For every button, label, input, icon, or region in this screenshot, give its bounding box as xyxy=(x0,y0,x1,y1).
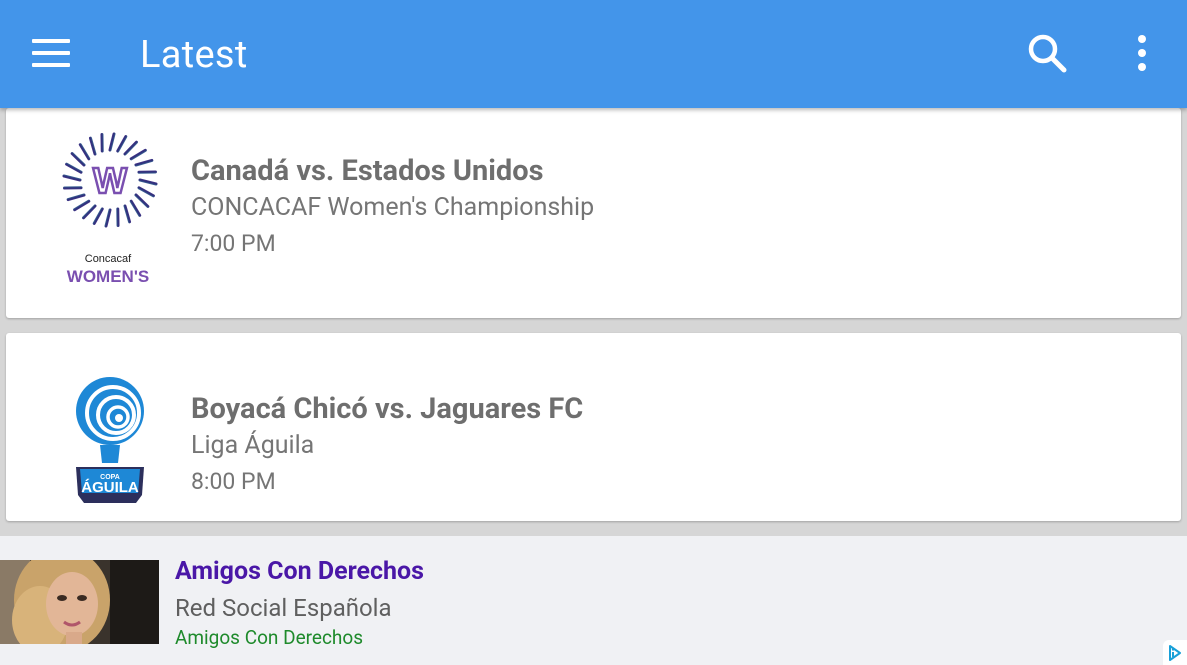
match-title: Canadá vs. Estados Unidos xyxy=(191,154,544,188)
menu-icon-bar xyxy=(32,39,70,43)
more-vertical-icon-dot xyxy=(1138,35,1146,43)
adchoices-button[interactable] xyxy=(1163,640,1187,665)
ad-subtitle: Red Social Española xyxy=(175,594,392,622)
match-title: Boyacá Chicó vs. Jaguares FC xyxy=(191,392,584,426)
adchoices-icon xyxy=(1169,644,1181,661)
match-card[interactable]: COPA ÁGUILA Boyacá Chicó vs. Jaguares FC… xyxy=(6,333,1181,521)
ad-title[interactable]: Amigos Con Derechos xyxy=(175,556,424,588)
match-time: 7:00 PM xyxy=(191,230,276,257)
ad-photo[interactable] xyxy=(0,560,159,644)
match-info: Boyacá Chicó vs. Jaguares FC Liga Águila… xyxy=(191,390,583,500)
menu-icon-bar xyxy=(32,63,70,67)
ad-url[interactable]: Amigos Con Derechos xyxy=(175,625,363,651)
search-icon xyxy=(1028,34,1067,73)
match-league: Liga Águila xyxy=(191,431,315,460)
overflow-menu-button[interactable] xyxy=(1122,28,1162,78)
search-button[interactable] xyxy=(1022,28,1072,78)
app-bar: Latest xyxy=(0,0,1187,108)
concacaf-womens-logo: W Concacaf WOMEN'S xyxy=(50,132,170,292)
page-title: Latest xyxy=(140,33,248,77)
svg-text:WOMEN'S: WOMEN'S xyxy=(67,267,149,286)
more-vertical-icon-dot xyxy=(1138,63,1146,71)
match-league: CONCACAF Women's Championship xyxy=(191,193,595,222)
match-info: Canadá vs. Estados Unidos CONCACAF Women… xyxy=(191,152,594,262)
more-vertical-icon-dot xyxy=(1138,49,1146,57)
match-card[interactable]: W Concacaf WOMEN'S Canadá vs. Estados Un… xyxy=(6,108,1181,318)
svg-text:W: W xyxy=(93,160,127,201)
menu-icon-bar xyxy=(32,51,70,55)
match-time: 8:00 PM xyxy=(191,468,276,495)
copa-aguila-logo: COPA ÁGUILA xyxy=(50,371,170,511)
svg-text:ÁGUILA: ÁGUILA xyxy=(81,479,139,496)
hamburger-menu-button[interactable] xyxy=(22,28,80,78)
svg-text:Concacaf: Concacaf xyxy=(85,253,132,265)
ad-banner[interactable]: Amigos Con Derechos Red Social Española … xyxy=(0,536,1187,665)
